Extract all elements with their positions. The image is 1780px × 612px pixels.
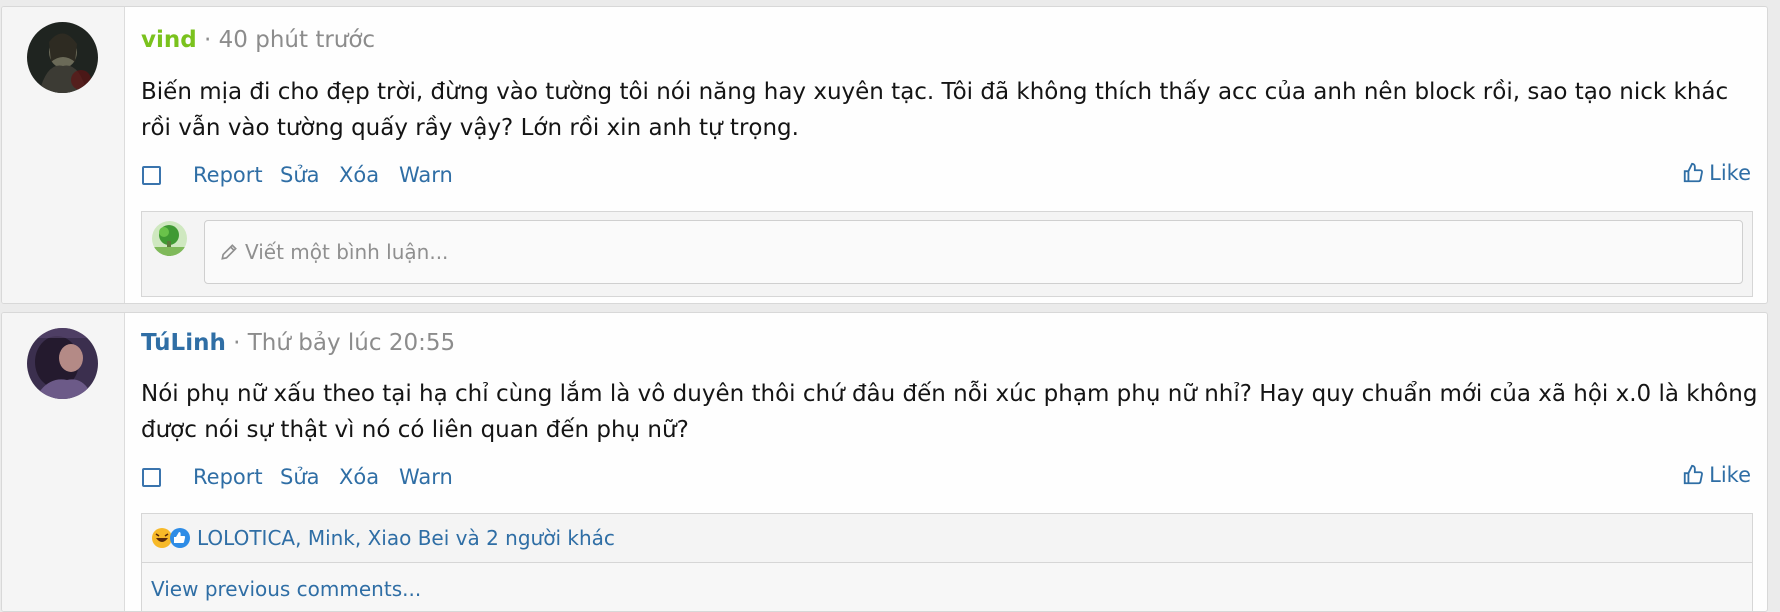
select-checkbox[interactable] [142, 468, 161, 487]
delete-link[interactable]: Xóa [339, 163, 379, 187]
thumbs-up-icon [1683, 464, 1704, 485]
pencil-icon [221, 244, 237, 260]
author-name[interactable]: TúLinh [141, 330, 226, 356]
edit-link[interactable]: Sửa [280, 163, 320, 187]
report-link[interactable]: Report [193, 465, 263, 489]
avatar[interactable] [27, 22, 98, 93]
edit-link[interactable]: Sửa [280, 465, 320, 489]
comment-box: Viết một bình luận... [141, 211, 1753, 297]
avatar[interactable] [27, 328, 98, 399]
warn-link[interactable]: Warn [399, 465, 453, 489]
reactions-text[interactable]: LOLOTICA, Mink, Xiao Bei và 2 người khác [197, 526, 615, 550]
like-button[interactable]: Like [1682, 161, 1751, 185]
like-reaction-icon [170, 528, 190, 548]
report-link[interactable]: Report [193, 163, 263, 187]
like-label: Like [1709, 463, 1751, 487]
post-time[interactable]: · Thứ bảy lúc 20:55 [233, 330, 455, 356]
like-button[interactable]: Like [1682, 463, 1751, 487]
reactions-summary[interactable]: LOLOTICA, Mink, Xiao Bei và 2 người khác [141, 513, 1753, 563]
post-meta: TúLinh · Thứ bảy lúc 20:55 [141, 330, 455, 356]
current-user-avatar [152, 221, 187, 256]
post-actions: Report Sửa Xóa Warn Like [141, 463, 1751, 495]
reaction-icons [151, 527, 191, 549]
comment-input[interactable]: Viết một bình luận... [204, 220, 1743, 284]
thumbs-up-icon [1683, 162, 1704, 183]
delete-link[interactable]: Xóa [339, 465, 379, 489]
select-checkbox[interactable] [142, 166, 161, 185]
profile-post-1: vind · 40 phút trước Biến mịa đi cho đẹp… [1, 6, 1768, 304]
like-label: Like [1709, 161, 1751, 185]
post-time[interactable]: · 40 phút trước [204, 27, 375, 53]
post-meta: vind · 40 phút trước [141, 27, 375, 53]
post-actions: Report Sửa Xóa Warn Like [141, 161, 1751, 193]
post-avatar-column [2, 313, 125, 611]
post-avatar-column [2, 7, 125, 303]
warn-link[interactable]: Warn [399, 163, 453, 187]
post-body: Biến mịa đi cho đẹp trời, đừng vào tường… [141, 79, 1729, 141]
profile-post-2: TúLinh · Thứ bảy lúc 20:55 Nói phụ nữ xấ… [1, 312, 1768, 612]
comment-placeholder: Viết một bình luận... [245, 240, 449, 264]
post-body: Nói phụ nữ xấu theo tại hạ chỉ cùng lắm … [141, 381, 1758, 443]
author-name[interactable]: vind [141, 27, 197, 53]
